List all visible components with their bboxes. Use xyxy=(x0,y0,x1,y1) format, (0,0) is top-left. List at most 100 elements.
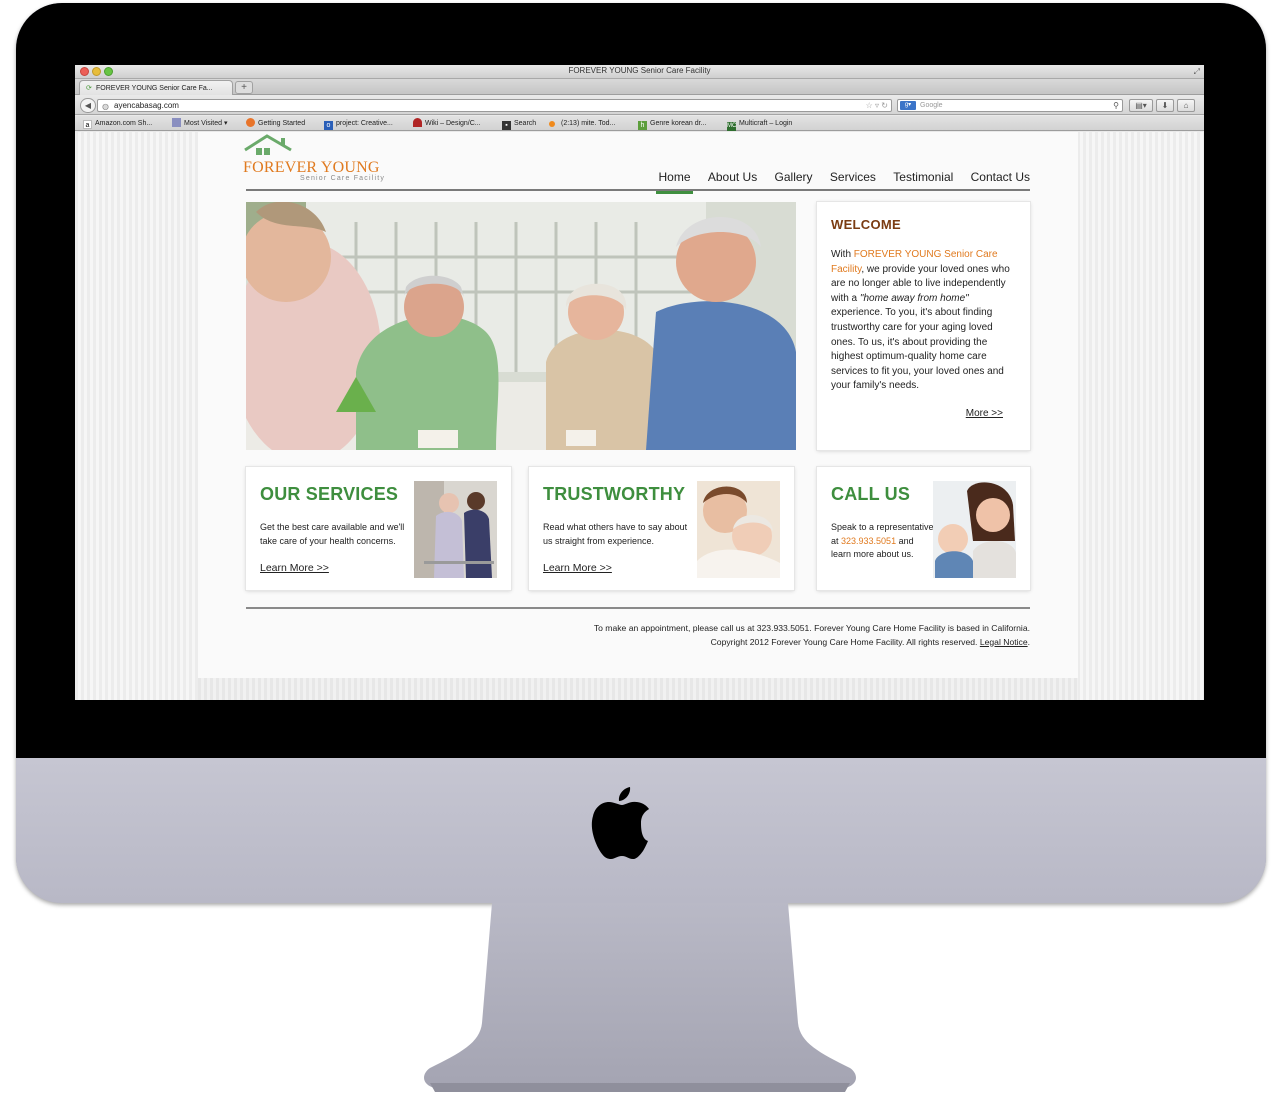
hug-image xyxy=(697,481,780,578)
page-bottom-strip xyxy=(198,678,1078,700)
imac-stand xyxy=(424,903,856,1092)
trustworthy-card: TRUSTWORTHY Read what others have to say… xyxy=(529,467,794,590)
dot-icon xyxy=(549,121,555,127)
url-bar[interactable]: ◍ ayencabasag.com ☆ ▿ ↻ xyxy=(97,99,892,112)
screen: FOREVER YOUNG Senior Care Facility ⤢ ⟳ FO… xyxy=(75,65,1204,700)
project-icon: o xyxy=(324,121,333,130)
trustworthy-photo xyxy=(697,481,780,578)
bookmarks-toolbar: a Amazon.com Sh... Most Visited ▾ Getting… xyxy=(75,116,1204,131)
bookmark-label: Wiki – Design/C... xyxy=(425,120,481,127)
window-title: FOREVER YOUNG Senior Care Facility xyxy=(568,66,711,75)
welcome-text-suffix: experience. To you, it's about finding t… xyxy=(831,307,1004,392)
firefox-icon xyxy=(246,118,255,127)
bookmark-item[interactable]: h Genre korean dr... xyxy=(638,118,706,130)
bookmark-item[interactable]: MC Multicraft – Login xyxy=(727,118,792,131)
welcome-italic: "home away from home" xyxy=(859,292,969,304)
mother-baby-image xyxy=(933,481,1016,578)
bookmark-item[interactable]: Wiki – Design/C... xyxy=(413,118,481,129)
fullscreen-icon[interactable]: ⤢ xyxy=(1194,67,1200,77)
url-text: ayencabasag.com xyxy=(114,101,179,110)
nav-gallery[interactable]: Gallery xyxy=(775,170,813,184)
window-titlebar: FOREVER YOUNG Senior Care Facility ⤢ xyxy=(75,65,1204,79)
new-tab-button[interactable]: + xyxy=(235,81,253,94)
search-icon[interactable]: ⚲ xyxy=(1113,100,1119,111)
legal-notice-link[interactable]: Legal Notice xyxy=(980,637,1028,647)
header-divider xyxy=(246,189,1030,191)
welcome-text-prefix: With xyxy=(831,249,854,260)
welcome-card: WELCOME With FOREVER YOUNG Senior Care F… xyxy=(817,202,1030,450)
web-page: FOREVER YOUNG Senior Care Facility Home … xyxy=(198,132,1078,678)
call-us-photo xyxy=(933,481,1016,578)
bookmark-label: Amazon.com Sh... xyxy=(95,120,153,127)
nav-testimonial[interactable]: Testimonial xyxy=(893,170,953,184)
folder-icon xyxy=(172,118,181,127)
mc-icon: MC xyxy=(727,122,737,131)
bookmark-label: (2:13) mite. Tod... xyxy=(561,120,616,127)
services-text: Get the best care available and we'll ta… xyxy=(260,522,405,546)
navigation-toolbar: ◀ ◍ ayencabasag.com ☆ ▿ ↻ g▾ Google ⚲ ▤▾… xyxy=(75,96,1204,115)
call-us-phone[interactable]: 323.933.5051 xyxy=(841,536,896,546)
hero-photo xyxy=(246,202,796,450)
services-card: OUR SERVICES Get the best care available… xyxy=(246,467,511,590)
site-logo[interactable]: FOREVER YOUNG Senior Care Facility xyxy=(243,134,403,184)
nav-contact-us[interactable]: Contact Us xyxy=(971,170,1030,184)
bookmark-label: Most Visited ▾ xyxy=(184,120,228,127)
services-photo xyxy=(414,481,497,578)
bookmark-item[interactable]: a Amazon.com Sh... xyxy=(83,118,152,129)
bookmark-label: project: Creative... xyxy=(336,120,393,127)
h-icon: h xyxy=(638,121,647,130)
footer-period: . xyxy=(1027,636,1030,647)
seniors-at-table-image xyxy=(246,202,796,450)
caregiver-image xyxy=(414,481,497,578)
tab-favicon-icon: ⟳ xyxy=(86,85,92,92)
call-us-card: CALL US Speak to a representative at 323… xyxy=(817,467,1030,590)
bookmark-item[interactable]: (2:13) mite. Tod... xyxy=(549,118,615,129)
back-button[interactable]: ◀ xyxy=(80,98,96,113)
footer-divider xyxy=(246,607,1030,609)
search-engine-icon[interactable]: g▾ xyxy=(900,101,916,110)
main-nav: Home About Us Gallery Services Testimoni… xyxy=(644,170,1030,194)
bookmark-star-icon[interactable]: ☆ ▿ ↻ xyxy=(866,100,888,111)
tab-bar: ⟳ FOREVER YOUNG Senior Care Fa... + xyxy=(75,79,1204,95)
tab-title: FOREVER YOUNG Senior Care Fa... xyxy=(96,85,213,92)
bookmark-item[interactable]: Most Visited ▾ xyxy=(172,118,227,129)
footer: To make an appointment, please call us a… xyxy=(594,622,1030,649)
bookmark-item[interactable]: ▪ Search xyxy=(502,118,536,130)
search-placeholder: Google xyxy=(920,102,943,109)
apple-logo-icon xyxy=(591,787,649,859)
search-page-icon: ▪ xyxy=(502,121,511,130)
call-us-text: Speak to a representative at 323.933.505… xyxy=(831,521,936,562)
bookmark-item[interactable]: o project: Creative... xyxy=(324,118,393,130)
bookmark-label: Multicraft – Login xyxy=(739,120,793,127)
services-title: OUR SERVICES xyxy=(260,484,399,504)
nav-about-us[interactable]: About Us xyxy=(708,170,757,184)
bookmarks-menu-button[interactable]: ▤▾ xyxy=(1129,99,1153,112)
amazon-icon: a xyxy=(83,120,92,129)
browser-tab[interactable]: ⟳ FOREVER YOUNG Senior Care Fa... xyxy=(79,80,233,95)
nav-services[interactable]: Services xyxy=(830,170,876,184)
bookmark-label: Search xyxy=(514,120,537,127)
trustworthy-text: Read what others have to say about us st… xyxy=(543,522,688,546)
services-learn-more-link[interactable]: Learn More >> xyxy=(260,562,329,574)
search-field[interactable]: g▾ Google ⚲ xyxy=(897,99,1123,112)
home-icon[interactable]: ⌂ xyxy=(1177,99,1195,112)
footer-line-2: Copyright 2012 Forever Young Care Home F… xyxy=(594,636,1030,650)
globe-icon: ◍ xyxy=(102,102,109,111)
wiki-icon xyxy=(413,118,422,127)
call-us-title: CALL US xyxy=(831,484,911,504)
bookmark-label: Genre korean dr... xyxy=(650,120,707,127)
web-viewport: FOREVER YOUNG Senior Care Facility Home … xyxy=(75,132,1204,700)
welcome-more-link[interactable]: More >> xyxy=(966,408,1003,419)
downloads-icon[interactable]: ⬇ xyxy=(1156,99,1174,112)
house-logo-icon xyxy=(244,134,292,155)
trustworthy-learn-more-link[interactable]: Learn More >> xyxy=(543,562,612,574)
nav-home[interactable]: Home xyxy=(656,170,693,194)
footer-copyright: Copyright 2012 Forever Young Care Home F… xyxy=(710,636,980,647)
trustworthy-title: TRUSTWORTHY xyxy=(543,484,686,504)
bookmark-label: Getting Started xyxy=(258,120,306,127)
welcome-text: With FOREVER YOUNG Senior Care Facility,… xyxy=(831,248,1017,394)
bookmark-item[interactable]: Getting Started xyxy=(246,118,305,129)
footer-line-1: To make an appointment, please call us a… xyxy=(593,623,1030,633)
logo-subtitle: Senior Care Facility xyxy=(300,175,386,182)
welcome-heading: WELCOME xyxy=(831,217,901,232)
